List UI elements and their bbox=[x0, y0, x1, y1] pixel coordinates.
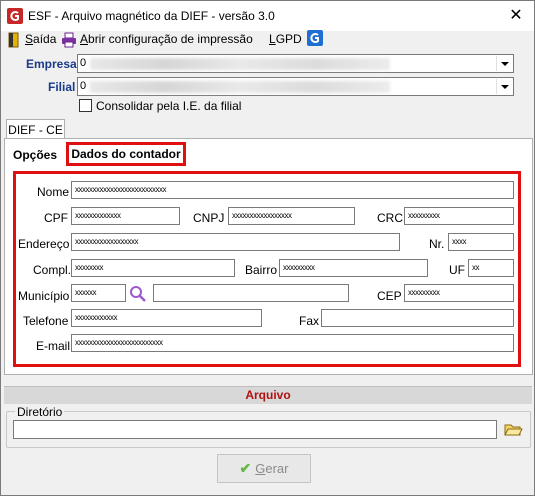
bairro-label: Bairro bbox=[245, 263, 278, 277]
uf-input[interactable]: xx bbox=[468, 259, 514, 277]
empresa-value: 0 bbox=[80, 57, 87, 69]
municipio-desc-input[interactable] bbox=[153, 284, 349, 302]
fax-input[interactable] bbox=[321, 309, 514, 327]
menu-lgpd[interactable]: LGPD bbox=[269, 30, 302, 48]
crc-label: CRC bbox=[377, 211, 403, 225]
empresa-redacted bbox=[90, 58, 390, 70]
endereco-input[interactable]: xxxxxxxxxxxxxxxxxx bbox=[71, 233, 400, 251]
endereco-label: Endereço bbox=[18, 237, 70, 251]
municipio-code-input[interactable]: xxxxxx bbox=[71, 284, 126, 302]
bairro-input[interactable]: xxxxxxxxx bbox=[279, 259, 428, 277]
gerar-button[interactable]: ✔ Gerar bbox=[217, 454, 311, 483]
tab-dados-contador[interactable]: Dados do contador bbox=[66, 142, 186, 166]
app-logo-icon bbox=[7, 8, 23, 24]
cep-input[interactable]: xxxxxxxxx bbox=[404, 284, 514, 302]
diretorio-label: Diretório bbox=[15, 405, 65, 419]
arquivo-section-title: Arquivo bbox=[4, 386, 532, 404]
chevron-down-icon[interactable] bbox=[496, 79, 512, 94]
menu-lgpd-label: GPD bbox=[275, 32, 302, 46]
cnpj-input[interactable]: xxxxxxxxxxxxxxxxx bbox=[228, 207, 355, 225]
gerar-mnemonic: G bbox=[255, 461, 266, 476]
nome-label: Nome bbox=[37, 185, 70, 199]
consolidar-checkbox[interactable] bbox=[79, 99, 92, 112]
diretorio-input[interactable] bbox=[13, 420, 497, 439]
email-input[interactable]: xxxxxxxxxxxxxxxxxxxxxxxxx bbox=[71, 334, 514, 352]
filial-select[interactable]: 0 bbox=[77, 77, 514, 96]
telefone-input[interactable]: xxxxxxxxxxxx bbox=[71, 309, 262, 327]
cep-label: CEP bbox=[377, 289, 402, 303]
filial-label: Filial bbox=[48, 80, 76, 94]
gerar-label: erar bbox=[265, 461, 289, 476]
tab-dief-ce[interactable]: DIEF - CE bbox=[6, 119, 65, 140]
close-button[interactable]: ✕ bbox=[506, 6, 526, 26]
menu-bar: Saída Abrir configuração de impressão LG… bbox=[1, 27, 534, 49]
menu-saida[interactable]: Saída bbox=[6, 30, 56, 48]
nr-input[interactable]: xxxx bbox=[448, 233, 514, 251]
cpf-label: CPF bbox=[44, 211, 68, 225]
lgpd-shield-icon[interactable] bbox=[307, 30, 323, 46]
empresa-label: Empresa bbox=[26, 57, 77, 71]
chevron-down-icon[interactable] bbox=[496, 56, 512, 71]
email-label: E-mail bbox=[36, 339, 71, 353]
tab-opcoes[interactable]: Opções bbox=[13, 148, 57, 162]
menu-config-impressao[interactable]: Abrir configuração de impressão bbox=[61, 30, 253, 48]
cpf-input[interactable]: xxxxxxxxxxxxx bbox=[71, 207, 180, 225]
exit-door-icon bbox=[8, 32, 19, 48]
municipio-label: Município bbox=[18, 289, 70, 303]
cnpj-label: CNPJ bbox=[193, 211, 225, 225]
nr-label: Nr. bbox=[429, 237, 445, 251]
search-icon[interactable] bbox=[129, 285, 147, 303]
menu-config-mnemonic: A bbox=[80, 32, 89, 46]
printer-icon bbox=[62, 32, 76, 48]
menu-saida-mnemonic: S bbox=[25, 32, 34, 46]
telefone-label: Telefone bbox=[23, 314, 69, 328]
compl-label: Compl. bbox=[33, 263, 72, 277]
menu-saida-label: aída bbox=[33, 32, 57, 46]
check-icon: ✔ bbox=[239, 460, 252, 476]
nome-input[interactable]: xxxxxxxxxxxxxxxxxxxxxxxxxx bbox=[71, 181, 514, 199]
empresa-select[interactable]: 0 bbox=[77, 54, 514, 73]
crc-input[interactable]: xxxxxxxxx bbox=[404, 207, 514, 225]
main-window: ESF - Arquivo magnético da DIEF - versão… bbox=[0, 0, 535, 496]
menu-lgpd-mnemonic: L bbox=[269, 32, 276, 46]
folder-open-icon[interactable] bbox=[503, 422, 523, 438]
uf-label: UF bbox=[449, 263, 465, 277]
compl-input[interactable]: xxxxxxxx bbox=[71, 259, 235, 277]
filial-value: 0 bbox=[80, 80, 87, 92]
filial-redacted bbox=[90, 81, 390, 93]
consolidar-label: Consolidar pela I.E. da filial bbox=[96, 99, 242, 113]
menu-config-label: brir configuração de impressão bbox=[88, 32, 253, 46]
fax-label: Fax bbox=[299, 314, 320, 328]
window-title: ESF - Arquivo magnético da DIEF - versão… bbox=[28, 9, 275, 23]
